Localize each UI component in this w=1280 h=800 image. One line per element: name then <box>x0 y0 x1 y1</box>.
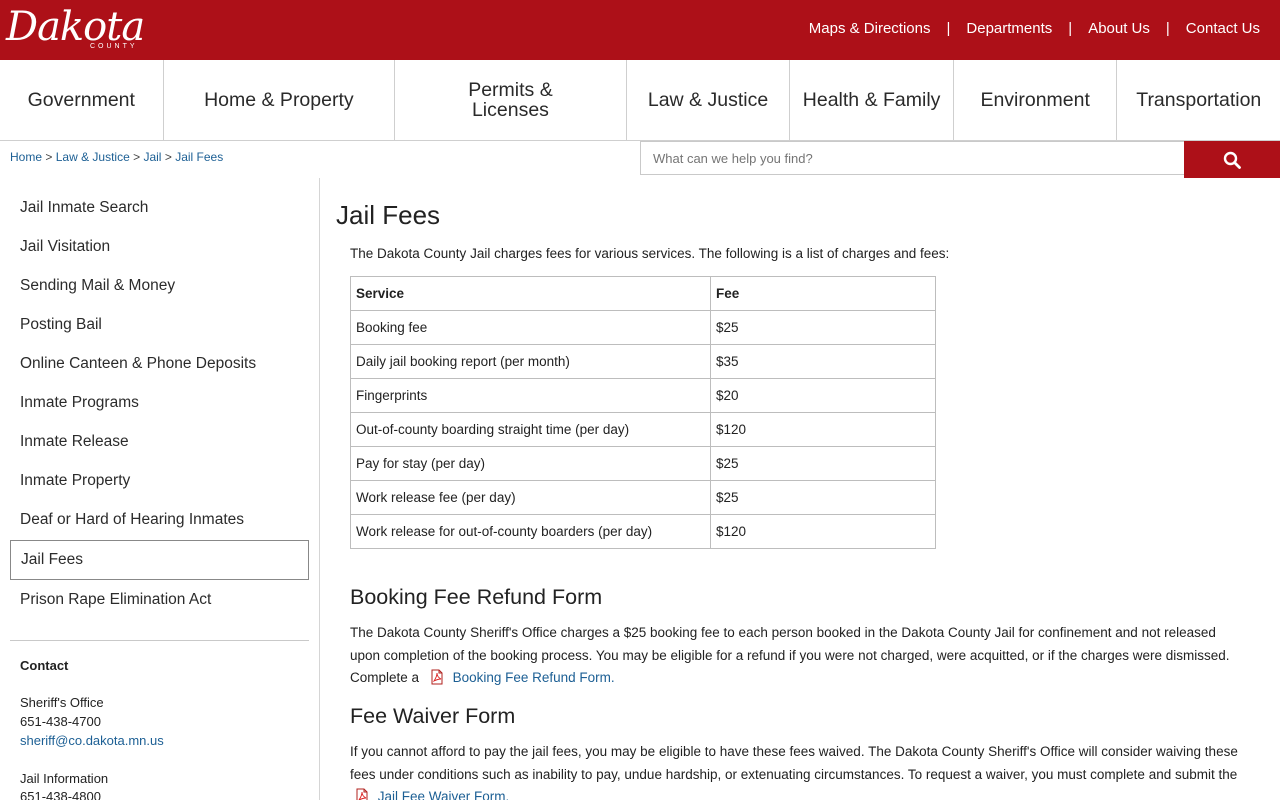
refund-heading: Booking Fee Refund Form <box>350 585 603 609</box>
contact-office-name: Sheriff's Office <box>20 695 104 710</box>
nav-item-permits-licenses[interactable]: Permits & Licenses <box>395 60 627 140</box>
breadcrumb-jail-fees[interactable]: Jail Fees <box>175 150 223 164</box>
sidebar-divider <box>10 640 309 641</box>
nav-item-environment[interactable]: Environment <box>954 60 1118 140</box>
refund-prefix: Complete a <box>350 670 420 685</box>
contact-jail-phone: 651-438-4800 <box>20 789 101 800</box>
sidebar-item-sending-mail-money[interactable]: Sending Mail & Money <box>20 277 175 295</box>
table-cell-service: Fingerprints <box>350 378 711 413</box>
refund-paragraph: The Dakota County Sheriff's Office charg… <box>350 622 1250 690</box>
table-row: Work release for out-of-county boarders … <box>350 514 936 549</box>
sidebar-item-inmate-programs[interactable]: Inmate Programs <box>20 394 139 412</box>
contact-heading: Contact <box>20 658 69 673</box>
breadcrumb-separator: > <box>133 150 141 164</box>
search-icon <box>1223 151 1241 169</box>
search-button[interactable] <box>1184 141 1280 178</box>
table-cell-service: Out-of-county boarding straight time (pe… <box>350 412 711 447</box>
breadcrumb: Home > Law & Justice > Jail > Jail Fees <box>10 150 223 164</box>
table-header-row: Service Fee <box>350 276 936 311</box>
table-cell-service: Work release fee (per day) <box>350 480 711 515</box>
dakota-county-logo[interactable]: Dakota COUNTY <box>4 2 160 56</box>
contact-office-phone: 651-438-4700 <box>20 714 101 729</box>
sidebar-item-deaf-hard-of-hearing[interactable]: Deaf or Hard of Hearing Inmates <box>20 511 244 529</box>
main-nav: Government Home & Property Permits & Lic… <box>0 60 1280 141</box>
table-cell-service: Daily jail booking report (per month) <box>350 344 711 379</box>
nav-item-law-justice[interactable]: Law & Justice <box>627 60 791 140</box>
table-cell-fee: $25 <box>710 446 936 481</box>
sidebar-item-inmate-release[interactable]: Inmate Release <box>20 433 129 451</box>
utility-separator: | <box>946 20 951 37</box>
waiver-form-link[interactable]: Jail Fee Waiver Form. <box>378 789 510 800</box>
table-cell-fee: $20 <box>710 378 936 413</box>
table-row: Out-of-county boarding straight time (pe… <box>350 412 936 447</box>
table-row: Pay for stay (per day) $25 <box>350 446 936 481</box>
contact-office-email[interactable]: sheriff@co.dakota.mn.us <box>20 733 164 748</box>
breadcrumb-separator: > <box>45 150 53 164</box>
utility-separator: | <box>1165 20 1170 37</box>
table-row: Fingerprints $20 <box>350 378 936 413</box>
waiver-paragraph: If you cannot afford to pay the jail fee… <box>350 741 1250 800</box>
table-row: Work release fee (per day) $25 <box>350 480 936 515</box>
table-header-fee: Fee <box>710 276 936 311</box>
refund-line-3: Complete a Booking Fee Refund Form. <box>350 667 1250 690</box>
intro-text: The Dakota County Jail charges fees for … <box>350 246 950 261</box>
table-cell-service: Work release for out-of-county boarders … <box>350 514 711 549</box>
utility-nav: Maps & Directions | Departments | About … <box>809 20 1260 37</box>
sidebar-item-online-canteen[interactable]: Online Canteen & Phone Deposits <box>20 355 256 373</box>
table-header-service: Service <box>350 276 711 311</box>
utility-link-about[interactable]: About Us <box>1088 20 1150 37</box>
breadcrumb-home[interactable]: Home <box>10 150 42 164</box>
utility-separator: | <box>1068 20 1073 37</box>
pdf-icon <box>431 669 443 685</box>
search-input[interactable] <box>640 141 1185 175</box>
nav-item-health-family[interactable]: Health & Family <box>790 60 954 140</box>
utility-link-maps[interactable]: Maps & Directions <box>809 20 931 37</box>
table-row: Daily jail booking report (per month) $3… <box>350 344 936 379</box>
refund-form-link[interactable]: Booking Fee Refund Form. <box>453 670 615 685</box>
breadcrumb-separator: > <box>164 150 172 164</box>
logo-subtitle: COUNTY <box>90 43 138 50</box>
sidebar-item-posting-bail[interactable]: Posting Bail <box>20 316 102 334</box>
sidebar-item-prea[interactable]: Prison Rape Elimination Act <box>20 591 211 609</box>
page-title: Jail Fees <box>336 200 441 230</box>
waiver-heading: Fee Waiver Form <box>350 704 516 728</box>
waiver-line-2: fees under conditions such as inability … <box>350 766 1238 782</box>
table-cell-fee: $120 <box>710 412 936 447</box>
waiver-line-1: If you cannot afford to pay the jail fee… <box>350 744 1238 759</box>
table-cell-fee: $35 <box>710 344 936 379</box>
sidebar-item-inmate-property[interactable]: Inmate Property <box>20 472 130 490</box>
sidebar-item-jail-inmate-search[interactable]: Jail Inmate Search <box>20 199 148 217</box>
nav-item-home-property[interactable]: Home & Property <box>164 60 396 140</box>
fees-table: Service Fee Booking fee $25 Daily jail b… <box>350 276 936 549</box>
sidebar-item-jail-fees[interactable]: Jail Fees <box>21 551 83 569</box>
nav-item-government[interactable]: Government <box>0 60 164 140</box>
refund-line-1: The Dakota County Sheriff's Office charg… <box>350 625 1216 640</box>
contact-jail-name: Jail Information <box>20 771 109 786</box>
top-bar: Dakota COUNTY Maps & Directions | Depart… <box>0 0 1280 60</box>
refund-line-2: upon completion of the booking process. … <box>350 647 1230 663</box>
waiver-line-3: Jail Fee Waiver Form. <box>350 786 1250 800</box>
table-row: Booking fee $25 <box>350 310 936 345</box>
sidebar-item-jail-visitation[interactable]: Jail Visitation <box>20 238 110 256</box>
utility-link-departments[interactable]: Departments <box>966 20 1052 37</box>
table-cell-fee: $120 <box>710 514 936 549</box>
utility-link-contact[interactable]: Contact Us <box>1186 20 1260 37</box>
breadcrumb-law-justice[interactable]: Law & Justice <box>56 150 130 164</box>
table-cell-fee: $25 <box>710 310 936 345</box>
table-cell-service: Pay for stay (per day) <box>350 446 711 481</box>
nav-item-transportation[interactable]: Transportation <box>1117 60 1280 140</box>
table-cell-fee: $25 <box>710 480 936 515</box>
table-cell-service: Booking fee <box>350 310 711 345</box>
breadcrumb-jail[interactable]: Jail <box>143 150 161 164</box>
sidebar: Jail Inmate Search Jail Visitation Sendi… <box>0 178 320 800</box>
pdf-icon <box>356 788 368 800</box>
